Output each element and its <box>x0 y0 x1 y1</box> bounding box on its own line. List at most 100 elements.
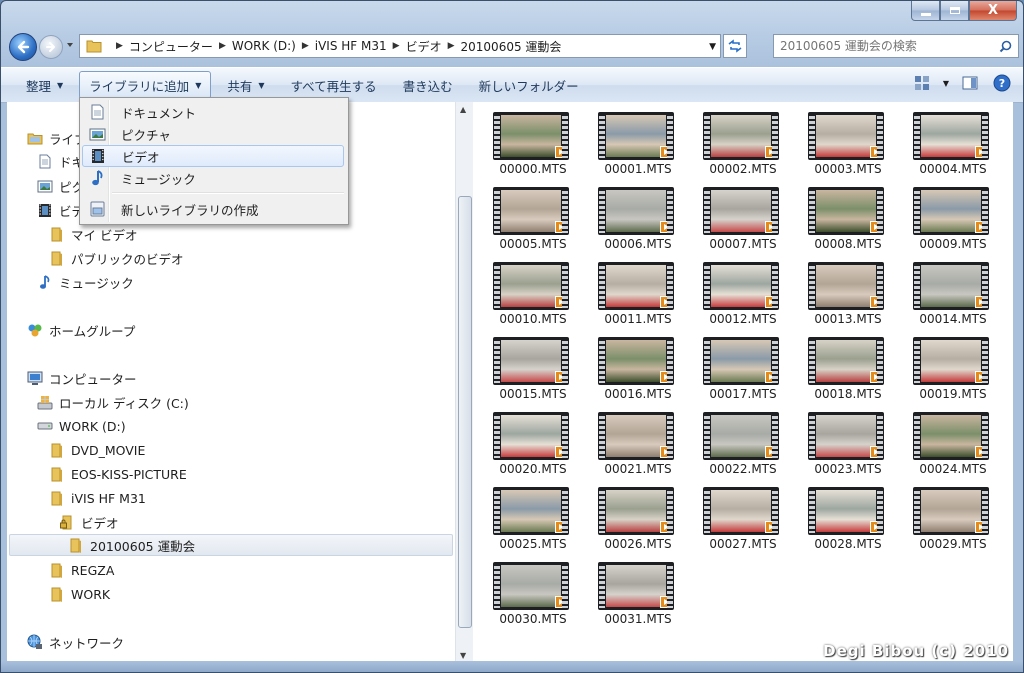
change-view-button[interactable] <box>911 72 933 94</box>
video-file-item[interactable]: 00029.MTS <box>905 481 1001 551</box>
video-file-item[interactable]: 00003.MTS <box>800 106 896 176</box>
tree-item-documents[interactable]: ドキ <box>37 150 84 172</box>
tree-item-local-disk[interactable]: ローカル ディスク (C:) <box>37 391 189 413</box>
tree-item-work-drive[interactable]: WORK (D:) <box>37 415 126 437</box>
tree-item-current-folder[interactable]: 20100605 運動会 <box>9 534 453 556</box>
search-icon[interactable] <box>996 37 1014 55</box>
add-to-library-button[interactable]: ライブラリに追加 ▼ <box>79 71 212 99</box>
video-file-item[interactable]: 00004.MTS <box>905 106 1001 176</box>
file-name: 00012.MTS <box>709 312 777 326</box>
video-thumbnail <box>703 487 779 535</box>
video-file-item[interactable]: 00023.MTS <box>800 406 896 476</box>
tree-item-my-videos[interactable]: マイ ビデオ <box>49 223 137 245</box>
video-file-item[interactable]: 00024.MTS <box>905 406 1001 476</box>
tree-item-public-videos[interactable]: パブリックのビデオ <box>49 247 184 269</box>
play-badge-icon <box>765 521 777 533</box>
video-file-item[interactable]: 00009.MTS <box>905 181 1001 251</box>
video-file-item[interactable]: 00030.MTS <box>485 556 581 626</box>
folder-icon <box>49 586 65 602</box>
video-file-item[interactable]: 00000.MTS <box>485 106 581 176</box>
menu-item-documents[interactable]: ドキュメント <box>82 101 344 123</box>
breadcrumb-item-computer[interactable]: コンピューター <box>129 38 213 55</box>
video-file-item[interactable]: 00025.MTS <box>485 481 581 551</box>
video-file-item[interactable]: 00018.MTS <box>800 331 896 401</box>
video-file-item[interactable]: 00027.MTS <box>695 481 791 551</box>
tree-item-pictures[interactable]: ピク <box>37 175 84 197</box>
video-file-item[interactable]: 00031.MTS <box>590 556 686 626</box>
tree-item-video-folder[interactable]: ビデオ <box>59 511 119 533</box>
video-file-item[interactable]: 00001.MTS <box>590 106 686 176</box>
tree-item-videos[interactable]: ビデ <box>37 199 84 221</box>
video-file-item[interactable]: 00012.MTS <box>695 256 791 326</box>
menu-item-pictures[interactable]: ピクチャ <box>82 123 344 145</box>
breadcrumb-item-ivis[interactable]: iVIS HF M31 <box>315 39 387 53</box>
maximize-button[interactable] <box>940 1 969 21</box>
video-file-item[interactable]: 00028.MTS <box>800 481 896 551</box>
video-file-item[interactable]: 00010.MTS <box>485 256 581 326</box>
help-button[interactable]: ? <box>991 72 1013 94</box>
scrollbar-thumb[interactable] <box>458 196 472 628</box>
address-bar[interactable]: ▶ コンピューター ▶ WORK (D:) ▶ iVIS HF M31 ▶ ビデ… <box>79 34 721 58</box>
share-button[interactable]: 共有 ▼ <box>217 71 274 99</box>
menu-item-music[interactable]: ミュージック <box>82 167 344 189</box>
video-file-item[interactable]: 00026.MTS <box>590 481 686 551</box>
video-file-item[interactable]: 00022.MTS <box>695 406 791 476</box>
breadcrumb-separator-icon[interactable]: ▶ <box>219 41 226 51</box>
tree-item-dvd-movie[interactable]: DVD_MOVIE <box>49 439 145 461</box>
video-file-item[interactable]: 00008.MTS <box>800 181 896 251</box>
menu-item-videos[interactable]: ビデオ <box>82 145 344 167</box>
video-file-item[interactable]: 00011.MTS <box>590 256 686 326</box>
address-history-dropdown-icon[interactable]: ▼ <box>709 42 716 52</box>
new-folder-button[interactable]: 新しいフォルダー <box>469 71 589 99</box>
tree-item-work[interactable]: WORK <box>49 583 110 605</box>
file-name: 00022.MTS <box>709 462 777 476</box>
back-button[interactable] <box>9 33 37 61</box>
breadcrumb-separator-icon[interactable]: ▶ <box>302 41 309 51</box>
video-file-item[interactable]: 00014.MTS <box>905 256 1001 326</box>
tree-item-network[interactable]: ネットワーク <box>27 631 124 653</box>
tree-item-regza[interactable]: REGZA <box>49 559 114 581</box>
video-thumbnail <box>808 112 884 160</box>
tree-item-ivis[interactable]: iVIS HF M31 <box>49 487 146 509</box>
video-file-item[interactable]: 00007.MTS <box>695 181 791 251</box>
locked-folder-icon <box>59 514 75 530</box>
breadcrumb-item-video[interactable]: ビデオ <box>406 38 442 55</box>
forward-button[interactable] <box>39 35 63 59</box>
search-input[interactable] <box>774 38 996 54</box>
video-file-item[interactable]: 00019.MTS <box>905 331 1001 401</box>
search-box[interactable] <box>773 34 1019 58</box>
menu-item-create-library[interactable]: 新しいライブラリの作成 <box>82 198 344 220</box>
organize-button[interactable]: 整理 ▼ <box>16 71 73 99</box>
breadcrumb-separator-icon[interactable]: ▶ <box>448 41 455 51</box>
preview-pane-button[interactable] <box>959 72 981 94</box>
minimize-button[interactable] <box>911 1 940 21</box>
breadcrumb-separator-icon[interactable]: ▶ <box>393 41 400 51</box>
navigation-scrollbar[interactable]: ▲ ▼ <box>455 102 473 663</box>
breadcrumb-separator-icon[interactable]: ▶ <box>116 41 123 51</box>
scroll-up-icon[interactable]: ▲ <box>460 105 466 114</box>
video-file-item[interactable]: 00002.MTS <box>695 106 791 176</box>
tree-label: WORK <box>71 586 111 602</box>
burn-button[interactable]: 書き込む <box>393 71 463 99</box>
recent-pages-dropdown-icon[interactable] <box>65 40 75 50</box>
video-file-item[interactable]: 00016.MTS <box>590 331 686 401</box>
tree-item-libraries[interactable]: ライブ <box>27 127 87 149</box>
scroll-down-icon[interactable]: ▼ <box>460 651 466 660</box>
refresh-button[interactable] <box>723 34 747 58</box>
breadcrumb-item-work-drive[interactable]: WORK (D:) <box>232 39 296 53</box>
view-options-dropdown-icon[interactable]: ▼ <box>943 79 949 88</box>
tree-item-computer[interactable]: コンピューター <box>27 367 137 389</box>
tree-item-eos[interactable]: EOS-KISS-PICTURE <box>49 463 187 485</box>
video-file-item[interactable]: 00017.MTS <box>695 331 791 401</box>
video-file-item[interactable]: 00005.MTS <box>485 181 581 251</box>
play-all-button[interactable]: すべて再生する <box>281 71 387 99</box>
video-file-item[interactable]: 00021.MTS <box>590 406 686 476</box>
video-file-item[interactable]: 00015.MTS <box>485 331 581 401</box>
close-button[interactable]: X <box>969 1 1017 21</box>
video-file-item[interactable]: 00020.MTS <box>485 406 581 476</box>
tree-item-homegroup[interactable]: ホームグループ <box>27 319 135 341</box>
tree-item-music[interactable]: ミュージック <box>37 271 134 293</box>
breadcrumb-item-current[interactable]: 20100605 運動会 <box>461 38 562 55</box>
video-file-item[interactable]: 00013.MTS <box>800 256 896 326</box>
video-file-item[interactable]: 00006.MTS <box>590 181 686 251</box>
